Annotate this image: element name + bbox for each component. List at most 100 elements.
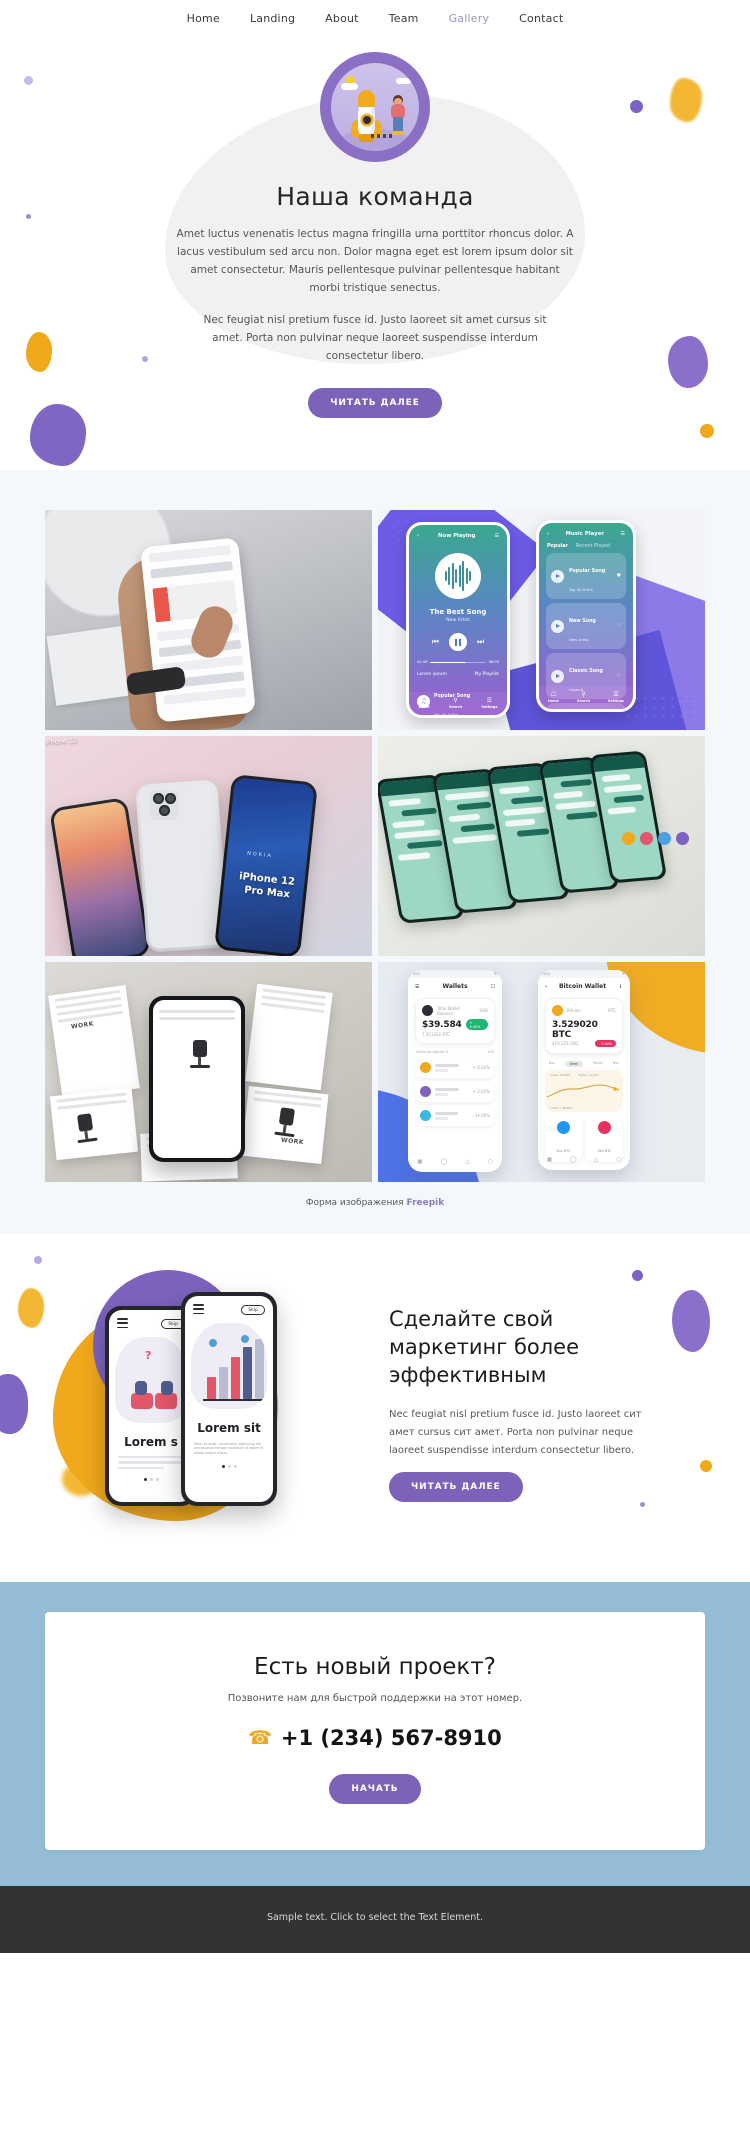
cta-start-button[interactable]: НАЧАТЬ bbox=[329, 1774, 421, 1805]
wallet-nav-alerts[interactable]: △ bbox=[465, 1158, 470, 1165]
sort-range[interactable]: 24H bbox=[488, 1050, 494, 1054]
crypto-wallet-mockup[interactable]: 9:41 ☰ ☰ Wallets ☐ Total Wallet Balance U… bbox=[378, 962, 705, 1183]
coin-row[interactable]: + 6.02% bbox=[415, 1057, 495, 1079]
hand-holding-phone-photo[interactable] bbox=[45, 510, 372, 731]
back-icon-wallet[interactable]: ‹ bbox=[545, 984, 547, 990]
nav-search-2[interactable]: ⚲ Search bbox=[577, 691, 590, 703]
range-week[interactable]: Week bbox=[564, 1061, 584, 1068]
menu-icon-a[interactable] bbox=[117, 1318, 128, 1330]
back-icon[interactable]: ‹ bbox=[417, 533, 419, 539]
wallet-nav-settings[interactable]: ○ bbox=[488, 1158, 493, 1165]
chart-line-icon bbox=[546, 1084, 620, 1098]
wallet2-nav-stats[interactable]: ◯ bbox=[570, 1156, 577, 1163]
cart-icon-2[interactable]: ☰ bbox=[620, 531, 625, 537]
nav-settings[interactable]: ☰ Settings bbox=[481, 697, 497, 709]
menu-icon[interactable]: ☰ bbox=[415, 984, 419, 990]
nav-item-contact[interactable]: Contact bbox=[519, 12, 563, 25]
play-icon[interactable] bbox=[551, 669, 564, 683]
legend-high: Higher: $9.197 bbox=[577, 1073, 599, 1078]
chat-app-mockup[interactable] bbox=[378, 736, 705, 957]
wallet2-nav-alerts[interactable]: △ bbox=[594, 1156, 599, 1163]
cta-phone-number[interactable]: +1 (234) 567-8910 bbox=[281, 1726, 502, 1750]
marketing-section: Skip ? Lorem s Skip Lorem sit Dolor sit … bbox=[0, 1234, 750, 1583]
now-playing-title: Now Playing bbox=[438, 533, 476, 540]
workspace-mockup[interactable]: WORK WORK bbox=[45, 962, 372, 1183]
image-credit: Форма изображения Freepik bbox=[0, 1198, 750, 1208]
nav-settings-2[interactable]: ☰ Settings bbox=[608, 691, 624, 703]
marketing-copy: Сделайте свой маркетинг более эффективны… bbox=[389, 1305, 705, 1502]
mkt-deco-purple-left bbox=[0, 1374, 28, 1435]
gallery-grid: ‹ Now Playing ☰ The Best Song New Artist… bbox=[45, 510, 705, 1183]
cart-icon[interactable]: ☰ bbox=[494, 533, 499, 539]
credit-text: Форма изображения bbox=[305, 1198, 404, 1209]
marketing-heading: Сделайте свой маркетинг более эффективны… bbox=[389, 1307, 580, 1388]
more-icon[interactable]: ⋮ bbox=[618, 984, 623, 990]
credit-link-freepik[interactable]: Freepik bbox=[407, 1198, 445, 1208]
wallet-card-label: Total Wallet Balance bbox=[437, 1005, 461, 1016]
music-now-playing-screen: ‹ Now Playing ☰ The Best Song New Artist… bbox=[406, 522, 510, 719]
next-icon[interactable]: ⏭ bbox=[477, 637, 484, 647]
track-row[interactable]: New Song New Artist ♡ bbox=[546, 603, 626, 650]
nav-item-about[interactable]: About bbox=[325, 12, 359, 25]
phone-b-body: Dolor sit amet, consectetur adipiscing e… bbox=[194, 1441, 264, 1456]
coin-row[interactable]: + 2.01% bbox=[415, 1081, 495, 1103]
wallet-nav-stats[interactable]: ◯ bbox=[441, 1158, 448, 1165]
music-player-app-mockup[interactable]: ‹ Now Playing ☰ The Best Song New Artist… bbox=[378, 510, 705, 731]
nav-search[interactable]: ⚲ Search bbox=[449, 697, 462, 709]
playlist-link[interactable]: My Playlist bbox=[475, 672, 499, 677]
pause-button[interactable] bbox=[449, 633, 467, 652]
mkt-deco-dot-1 bbox=[34, 1256, 42, 1265]
status-time-2: 9:41 bbox=[543, 972, 551, 977]
previous-icon[interactable]: ⏮ bbox=[432, 637, 439, 647]
wallets-screen: 9:41 ☰ ☰ Wallets ☐ Total Wallet Balance U… bbox=[408, 970, 502, 1173]
range-day[interactable]: Day bbox=[549, 1061, 555, 1067]
wallet-change-badge: + 0.00% bbox=[465, 1019, 488, 1031]
scan-icon[interactable]: ☐ bbox=[491, 984, 495, 990]
range-year[interactable]: Year bbox=[612, 1061, 619, 1067]
illustration-question: ? bbox=[115, 1336, 187, 1423]
play-icon[interactable] bbox=[551, 619, 564, 633]
tab-recent[interactable]: Recent Played bbox=[576, 544, 610, 549]
coin-ticker: BTC bbox=[608, 1008, 616, 1014]
coin-row[interactable]: - 14.00% bbox=[415, 1105, 495, 1127]
hero-read-more-button[interactable]: ЧИТАТЬ ДАЛЕЕ bbox=[308, 388, 442, 419]
play-icon[interactable] bbox=[551, 569, 564, 583]
wallet-nav-home[interactable]: ▣ bbox=[417, 1158, 423, 1165]
hero-paragraph-1: Amet luctus venenatis lectus magna fring… bbox=[176, 228, 574, 295]
nav-item-home[interactable]: Home bbox=[187, 12, 220, 25]
heart-icon[interactable]: ♡ bbox=[617, 623, 621, 629]
cta-subtitle: Позвоните нам для быстрой поддержки на э… bbox=[227, 1693, 523, 1705]
nav-item-gallery[interactable]: Gallery bbox=[449, 12, 490, 25]
nav-home[interactable]: ☖ Home bbox=[419, 697, 430, 709]
illustration-bar-chart bbox=[191, 1322, 267, 1409]
nav-item-landing[interactable]: Landing bbox=[250, 12, 295, 25]
music-library-screen: ‹ Music Player ☰ Popular Recent Played P… bbox=[536, 520, 636, 713]
marketing-read-more-button[interactable]: ЧИТАТЬ ДАЛЕЕ bbox=[389, 1471, 523, 1502]
wallet-sub-balance: 7.251332 BTC bbox=[422, 1032, 451, 1038]
track-row[interactable]: Popular Song Top 40 Artist ♥ bbox=[546, 553, 626, 600]
lorem-link[interactable]: Lorem ipsum bbox=[417, 672, 447, 677]
status-time: 9:41 bbox=[413, 972, 421, 977]
time-total: 06:00 bbox=[488, 660, 499, 665]
wallet2-nav-home[interactable]: ▣ bbox=[547, 1156, 553, 1163]
heart-icon[interactable]: ♥ bbox=[617, 573, 621, 579]
menu-icon-b[interactable] bbox=[193, 1304, 204, 1316]
skip-button-b[interactable]: Skip bbox=[241, 1305, 265, 1316]
hero-section: Наша команда Amet luctus venenatis lectu… bbox=[0, 36, 750, 471]
wallet2-nav-settings[interactable]: ○ bbox=[616, 1156, 621, 1163]
wallets-title: Wallets bbox=[442, 983, 468, 991]
range-month[interactable]: Month bbox=[593, 1061, 603, 1067]
footer: Sample text. Click to select the Text El… bbox=[0, 1886, 750, 1954]
bitcoin-wallet-screen: 9:41 ☰ ‹ Bitcoin Wallet ⋮ Bitcoin BTC 3.5… bbox=[538, 970, 630, 1171]
rocket-illustration bbox=[320, 52, 430, 162]
wallet-balance: $39.584 bbox=[422, 1020, 462, 1031]
heart-icon[interactable]: ♡ bbox=[617, 673, 621, 679]
tab-popular[interactable]: Popular bbox=[547, 544, 568, 549]
nav-home-2[interactable]: ☖ Home bbox=[548, 691, 559, 703]
song-title: The Best Song bbox=[429, 608, 487, 617]
progress-bar[interactable] bbox=[430, 661, 486, 664]
cta-phone-row: ☎ +1 (234) 567-8910 bbox=[45, 1726, 705, 1750]
phones-on-pink-photo[interactable]: NOKIA iPhone 12 Pro Max iPhone 12 bbox=[45, 736, 372, 957]
nav-item-team[interactable]: Team bbox=[389, 12, 419, 25]
back-icon-2[interactable]: ‹ bbox=[547, 531, 549, 537]
